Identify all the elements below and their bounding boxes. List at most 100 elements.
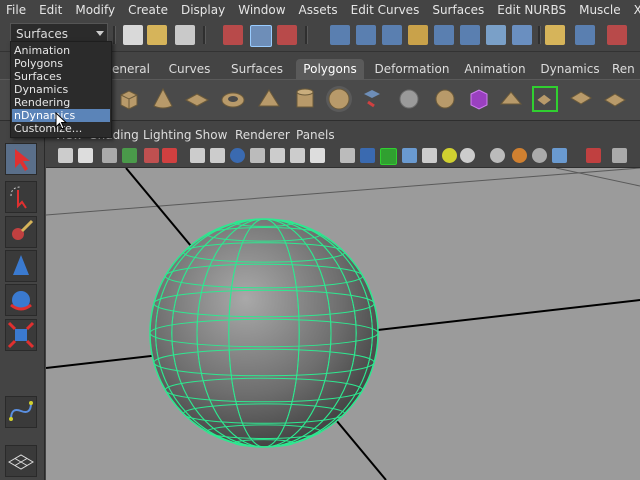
menu-file[interactable]: File [0,3,33,17]
toolbox [0,138,45,480]
dropdown-item-dynamics[interactable]: Dynamics [12,83,110,96]
menu-xgen[interactable]: XGen [628,3,640,17]
move-tool-icon[interactable] [5,250,37,282]
tab-general[interactable]: eneral [104,59,158,79]
field-chart-icon[interactable] [270,148,285,163]
snap-grid-icon[interactable] [330,25,350,45]
combine-icon[interactable] [432,86,458,112]
rotate-tool-icon[interactable] [5,284,37,316]
poly-pyramid-flat-icon[interactable] [498,86,524,112]
safe-title-icon[interactable] [310,148,325,163]
magnet-icon[interactable] [607,25,627,45]
paint-select-icon[interactable] [5,216,37,248]
lock-icon[interactable] [545,25,565,45]
render-icon[interactable] [486,25,506,45]
poly-torus-icon[interactable] [220,86,246,112]
extract-icon[interactable] [360,86,386,112]
camera-attributes-icon[interactable] [78,148,93,163]
tab-animation[interactable]: Animation [462,59,528,79]
menu-edit-curves[interactable]: Edit Curves [345,3,427,17]
poly-cone-icon[interactable] [150,86,176,112]
safe-action-icon[interactable] [290,148,305,163]
isolate-select-icon[interactable] [586,148,601,163]
history-icon[interactable] [460,25,480,45]
menu-surfaces[interactable]: Surfaces [426,3,491,17]
new-scene-icon[interactable] [123,25,143,45]
curve-tool-icon[interactable] [5,396,37,428]
dropdown-item-surfaces[interactable]: Surfaces [12,70,110,83]
gate-mask-icon[interactable] [250,148,265,163]
dropdown-item-animation[interactable]: Animation [12,44,110,57]
resolution-gate-icon[interactable] [230,148,245,163]
ambient-occlusion-icon[interactable] [460,148,475,163]
two-d-pan-icon[interactable] [162,148,177,163]
help-icon[interactable] [512,25,532,45]
menu-edit-nurbs[interactable]: Edit NURBS [491,3,573,17]
film-gate-icon[interactable] [210,148,225,163]
menu-window[interactable]: Window [232,3,292,17]
depth-of-field-icon[interactable] [552,148,567,163]
perspective-viewport[interactable] [46,168,640,480]
poly-cube-purple-icon[interactable] [466,86,492,112]
tab-rendering[interactable]: Ren [612,59,640,79]
tab-polygons[interactable]: Polygons [296,59,364,79]
viewport-canvas[interactable] [46,168,640,480]
tab-curves[interactable]: Curves [162,59,217,79]
split-icon[interactable] [532,86,558,112]
menu-muscle[interactable]: Muscle [573,3,628,17]
tab-deformation[interactable]: Deformation [370,59,454,79]
tab-surfaces[interactable]: Surfaces [224,59,290,79]
grid-icon[interactable] [190,148,205,163]
poly-cube-icon[interactable] [116,86,142,112]
tab-dynamics[interactable]: Dynamics [538,59,602,79]
poly-cylinder-icon[interactable] [292,86,318,112]
snap-point-icon[interactable] [382,25,402,45]
poly-pyramid-icon[interactable] [256,86,282,112]
multisample-icon[interactable] [532,148,547,163]
select-object-icon[interactable] [250,25,272,47]
menu-assets[interactable]: Assets [293,3,345,17]
grease-pencil-icon[interactable] [144,148,159,163]
shadows-icon[interactable] [442,148,457,163]
menu-renderer[interactable]: Renderer [235,128,290,142]
snap-toggle-icon[interactable] [575,25,595,45]
snap-plane-icon[interactable] [408,25,428,45]
chevron-down-icon[interactable] [96,31,104,36]
scale-tool-icon[interactable] [5,319,37,351]
xray-icon[interactable] [612,148,627,163]
extrude-icon[interactable] [602,86,628,112]
menu-modify[interactable]: Modify [69,3,122,17]
poly-soccer-icon[interactable] [326,86,352,112]
menu-edit[interactable]: Edit [33,3,69,17]
camera-icon[interactable] [58,148,73,163]
menu-panels[interactable]: Panels [296,128,335,142]
textured-icon[interactable] [402,148,417,163]
dropdown-item-rendering[interactable]: Rendering [12,96,110,109]
bookmark-icon[interactable] [102,148,117,163]
smooth-shade-icon[interactable] [360,148,375,163]
menu-lighting[interactable]: Lighting [143,128,192,142]
make-live-icon[interactable] [434,25,454,45]
bevel-icon[interactable] [568,86,594,112]
menu-show[interactable]: Show [195,128,227,142]
image-plane-icon[interactable] [122,148,137,163]
select-tool-icon[interactable] [5,143,37,175]
lasso-tool-icon[interactable] [5,181,37,213]
plane-tool-icon[interactable] [5,445,37,477]
snap-curve-icon[interactable] [356,25,376,45]
motion-blur-icon[interactable] [512,148,527,163]
wireframe-icon[interactable] [340,148,355,163]
save-scene-icon[interactable] [175,25,195,45]
wireframe-on-shaded-icon[interactable] [380,148,397,165]
screen-space-icon[interactable] [490,148,505,163]
open-scene-icon[interactable] [147,25,167,45]
dropdown-item-polygons[interactable]: Polygons [12,57,110,70]
menu-create[interactable]: Create [122,3,175,17]
poly-plane-icon[interactable] [184,86,210,112]
menu-display[interactable]: Display [175,3,232,17]
select-component-icon[interactable] [277,25,297,45]
select-hierarchy-icon[interactable] [223,25,243,45]
sphere-icon[interactable] [396,86,422,112]
lights-icon[interactable] [422,148,437,163]
poly-sphere[interactable] [149,218,379,448]
